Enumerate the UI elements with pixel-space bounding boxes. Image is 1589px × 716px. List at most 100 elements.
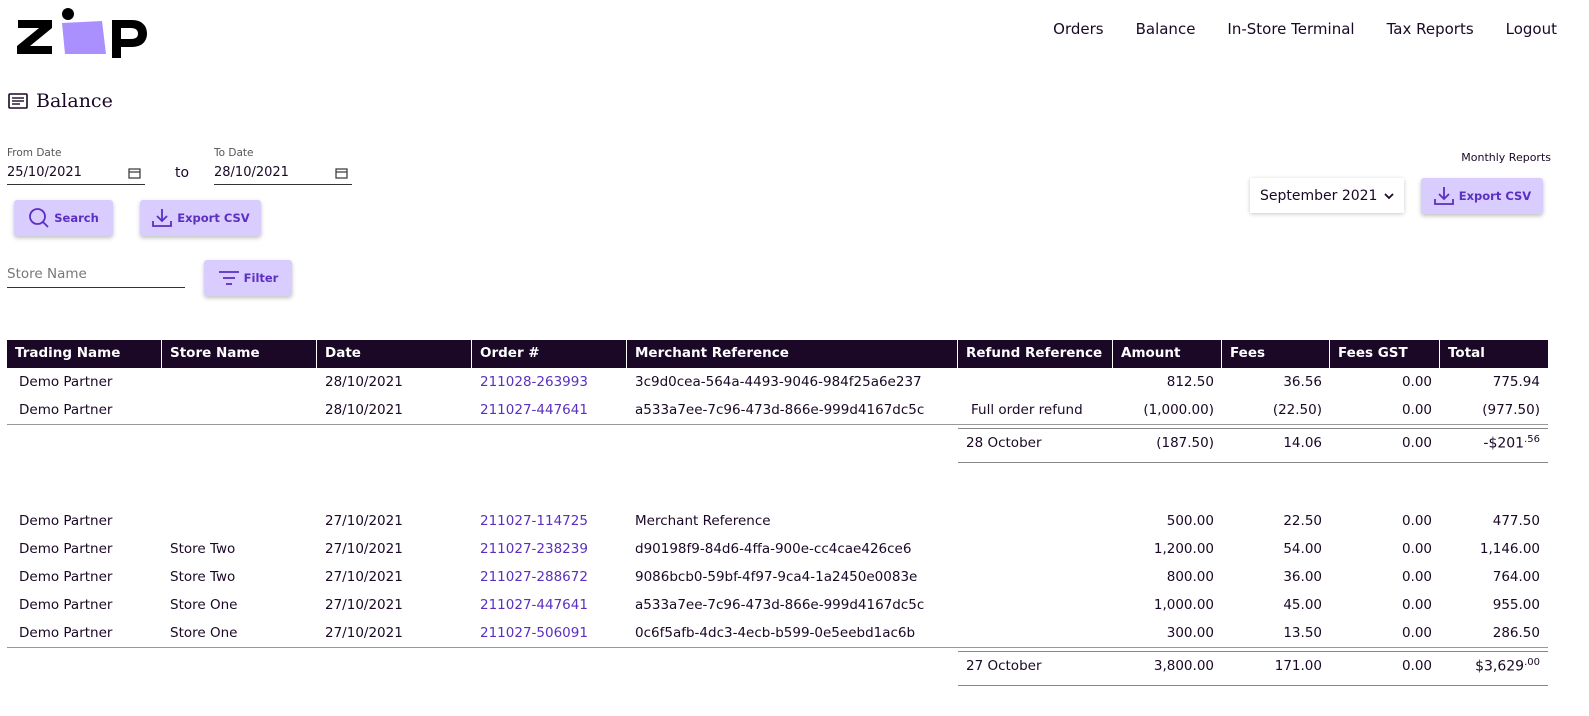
subtotal-row: 28 October (187.50) 14.06 0.00 -$201.56 [7, 425, 1548, 463]
cell-date: 28/10/2021 [325, 402, 403, 418]
cell-merchant-reference: 0c6f5afb-4dc3-4ecb-b599-0e5eebd1ac6b [635, 625, 916, 641]
order-link[interactable]: 211027-447641 [480, 402, 588, 418]
subtotal-row: 27 October 3,800.00 171.00 0.00 $3,629.00 [7, 648, 1548, 686]
order-link[interactable]: 211027-114725 [480, 513, 588, 529]
filter-button-label: Filter [243, 271, 279, 285]
monthly-export-csv-button[interactable]: Export CSV [1421, 178, 1543, 214]
export-csv-button[interactable]: Export CSV [140, 200, 261, 236]
order-link[interactable]: 211027-506091 [480, 625, 588, 641]
subtotal-bottom-rule [958, 462, 1548, 463]
cell-store-name: Store Two [170, 541, 236, 557]
export-csv-label: Export CSV [177, 211, 250, 225]
cell-trading-name: Demo Partner [19, 569, 113, 585]
chevron-down-icon [1384, 192, 1394, 199]
cell-store-name: Store One [170, 597, 238, 613]
subtotal-label: 28 October [966, 435, 1042, 451]
cell-store-name: Store Two [170, 569, 236, 585]
cell-total: 1,146.00 [1479, 541, 1540, 557]
order-link[interactable]: 211027-288672 [480, 569, 588, 585]
cell-amount: 500.00 [1166, 513, 1214, 529]
search-icon [29, 208, 49, 228]
order-link[interactable]: 211027-238239 [480, 541, 588, 557]
cell-amount: (1,000.00) [1143, 402, 1214, 418]
cell-trading-name: Demo Partner [19, 513, 113, 529]
cell-amount: 1,000.00 [1153, 597, 1214, 613]
month-select-value: September 2021 [1260, 187, 1378, 204]
subtotal-total-dollars: -$201 [1483, 435, 1525, 452]
cell-fees: 36.56 [1283, 374, 1322, 390]
cell-date: 27/10/2021 [325, 569, 403, 585]
cell-order-number: 211028-263993 [472, 374, 627, 390]
table-row: Demo Partner 28/10/2021 211027-447641 a533a… [7, 396, 1548, 424]
subtotal-fees-gst: 0.00 [1401, 658, 1432, 674]
download-icon [1433, 187, 1454, 205]
order-link[interactable]: 211028-263993 [480, 374, 588, 390]
cell-merchant-reference: a533a7ee-7c96-473d-866e-999d4167dc5c [635, 597, 925, 613]
cell-total: 286.50 [1492, 625, 1540, 641]
to-date-input[interactable] [214, 165, 324, 180]
download-icon [152, 209, 173, 227]
column-header-refund-reference: Refund Reference [958, 340, 1113, 368]
cell-total: 775.94 [1492, 374, 1540, 390]
store-name-input[interactable] [7, 264, 185, 288]
subtotal-top-rule [958, 428, 1548, 429]
subtotal-total: -$201.56 [1440, 434, 1548, 452]
cell-fees: 13.50 [1283, 625, 1322, 641]
subtotal-total: $3,629.00 [1440, 657, 1548, 675]
from-date-field: From Date [7, 147, 145, 185]
nav-orders[interactable]: Orders [1053, 20, 1103, 38]
from-date-input[interactable] [7, 165, 117, 180]
cell-amount: 1,200.00 [1153, 541, 1214, 557]
receipt-icon [8, 93, 28, 109]
cell-order-number: 211027-447641 [472, 597, 627, 613]
cell-fees: (22.50) [1272, 402, 1322, 418]
column-header-order-number: Order # [472, 340, 627, 368]
cell-merchant-reference: 3c9d0cea-564a-4493-9046-984f25a6e237 [635, 374, 922, 390]
search-button[interactable]: Search [14, 200, 113, 236]
cell-date: 27/10/2021 [325, 597, 403, 613]
subtotal-amount: (187.50) [1156, 435, 1214, 451]
nav-logout[interactable]: Logout [1506, 20, 1557, 38]
cell-total: 955.00 [1492, 597, 1540, 613]
month-select[interactable]: September 2021 [1250, 178, 1404, 213]
cell-trading-name: Demo Partner [19, 625, 113, 641]
table-header: Trading Name Store Name Date Order # Merchan… [7, 340, 1548, 368]
cell-total: (977.50) [1482, 402, 1540, 418]
nav-tax-reports[interactable]: Tax Reports [1387, 20, 1474, 38]
monthly-reports-label: Monthly Reports [1461, 151, 1551, 164]
cell-fees: 22.50 [1283, 513, 1322, 529]
to-date-label: To Date [214, 147, 254, 159]
column-header-amount: Amount [1113, 340, 1222, 368]
cell-trading-name: Demo Partner [19, 541, 113, 557]
zip-logo-mark [17, 8, 147, 58]
calendar-icon[interactable] [335, 167, 348, 179]
calendar-icon[interactable] [128, 167, 141, 179]
to-separator: to [175, 165, 190, 181]
order-link[interactable]: 211027-447641 [480, 597, 588, 613]
table-row: Demo Partner 27/10/2021 211027-114725 Merch… [7, 507, 1548, 535]
column-header-total: Total [1448, 345, 1485, 361]
nav-in-store-terminal[interactable]: In-Store Terminal [1227, 20, 1354, 38]
cell-order-number: 211027-238239 [472, 541, 627, 557]
cell-order-number: 211027-447641 [472, 402, 627, 418]
cell-refund-reference: Full order refund [971, 402, 1083, 418]
monthly-export-csv-label: Export CSV [1458, 189, 1532, 203]
column-header-store-name: Store Name [162, 340, 317, 368]
nav-balance[interactable]: Balance [1136, 20, 1196, 38]
subtotal-total-dollars: $3,629 [1475, 658, 1525, 675]
filter-button[interactable]: Filter [204, 260, 292, 296]
column-header-date: Date [317, 340, 472, 368]
to-date-field: To Date [214, 147, 352, 185]
zip-logo[interactable] [16, 6, 150, 58]
cell-fees-gst: 0.00 [1401, 374, 1432, 390]
cell-date: 28/10/2021 [325, 374, 403, 390]
search-button-label: Search [54, 211, 99, 225]
cell-total: 477.50 [1492, 513, 1540, 529]
cell-amount: 800.00 [1166, 569, 1214, 585]
cell-fees: 36.00 [1283, 569, 1322, 585]
page-title-text: Balance [36, 90, 113, 112]
from-date-label: From Date [7, 147, 62, 159]
cell-fees: 54.00 [1283, 541, 1322, 557]
column-header-merchant-reference: Merchant Reference [627, 340, 958, 368]
